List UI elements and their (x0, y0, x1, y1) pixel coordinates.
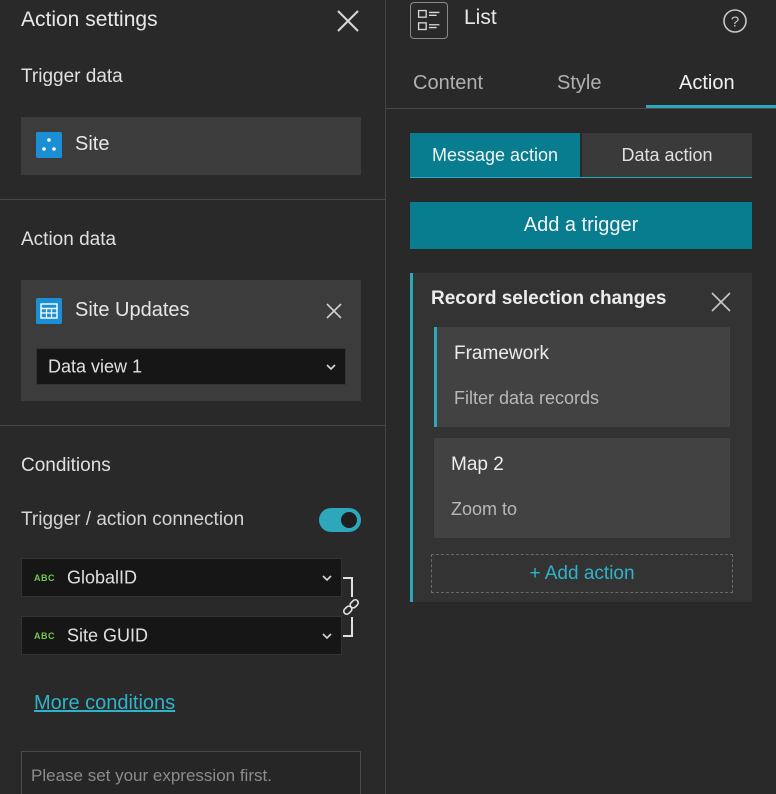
add-trigger-button[interactable]: Add a trigger (410, 202, 752, 249)
connection-toggle[interactable] (319, 508, 361, 532)
close-icon[interactable] (335, 8, 361, 34)
action-name: Map 2 (451, 454, 504, 475)
connector-line (343, 577, 353, 597)
action-data-label: Action data (21, 229, 117, 250)
settings-tabs: Content Style Action (386, 62, 776, 109)
connection-label: Trigger / action connection (21, 509, 245, 530)
action-settings-panel: Action settings Trigger data Site Action… (0, 0, 386, 794)
action-name: Framework (454, 343, 550, 364)
tab-content[interactable]: Content (413, 72, 483, 95)
action-item-framework[interactable]: Framework Filter data records (434, 327, 730, 427)
string-field-icon: ABC (34, 572, 55, 583)
remove-data-icon[interactable] (325, 302, 343, 320)
trigger-card: Record selection changes Framework Filte… (410, 273, 752, 602)
action-data-name: Site Updates (75, 299, 190, 321)
panel-title: Action settings (21, 8, 158, 31)
chevron-down-icon (322, 632, 332, 639)
action-type-switch: Message action Data action (410, 133, 752, 178)
widget-title: List (464, 6, 497, 29)
action-item-map-2[interactable]: Map 2 Zoom to (434, 438, 730, 538)
link-icon[interactable] (340, 596, 362, 618)
action-field-value: Site GUID (67, 625, 149, 645)
action-field-select[interactable]: ABC Site GUID (21, 616, 342, 655)
connector-line (343, 617, 353, 637)
conditions-label: Conditions (21, 455, 111, 476)
table-icon (36, 298, 62, 324)
svg-text:?: ? (731, 14, 739, 31)
message-action-button[interactable]: Message action (410, 133, 580, 177)
data-view-value: Data view 1 (48, 356, 143, 376)
tab-style[interactable]: Style (557, 72, 601, 95)
add-action-button[interactable]: + Add action (431, 554, 733, 593)
point-layer-icon (36, 132, 62, 158)
trigger-data-label: Trigger data (21, 66, 123, 87)
data-view-select[interactable]: Data view 1 (36, 348, 346, 385)
trigger-title: Record selection changes (431, 288, 667, 309)
divider (0, 199, 385, 200)
action-data-source: Site Updates Data view 1 (21, 280, 361, 401)
trigger-field-select[interactable]: ABC GlobalID (21, 558, 342, 597)
data-action-button[interactable]: Data action (582, 133, 752, 177)
expression-placeholder: Please set your expression first. (31, 766, 272, 785)
remove-trigger-icon[interactable] (710, 291, 732, 313)
chevron-down-icon (322, 574, 332, 581)
chevron-down-icon (326, 363, 336, 370)
expression-box[interactable]: Please set your expression first. (21, 751, 361, 794)
string-field-icon: ABC (34, 630, 55, 641)
trigger-field-value: GlobalID (67, 567, 138, 587)
action-description: Zoom to (451, 499, 518, 519)
widget-settings-panel: List ? Content Style Action Message acti… (386, 0, 776, 794)
trigger-data-name: Site (75, 133, 110, 155)
help-icon[interactable]: ? (722, 8, 748, 34)
active-tab-indicator (646, 105, 776, 108)
toggle-knob (341, 512, 357, 528)
panel-header: Action settings (21, 6, 366, 36)
trigger-data-source[interactable]: Site (21, 117, 361, 175)
divider (0, 425, 385, 426)
action-description: Filter data records (454, 388, 600, 408)
tab-action[interactable]: Action (679, 72, 735, 95)
more-conditions-link[interactable]: More conditions (34, 692, 175, 715)
list-widget-icon (410, 2, 448, 39)
